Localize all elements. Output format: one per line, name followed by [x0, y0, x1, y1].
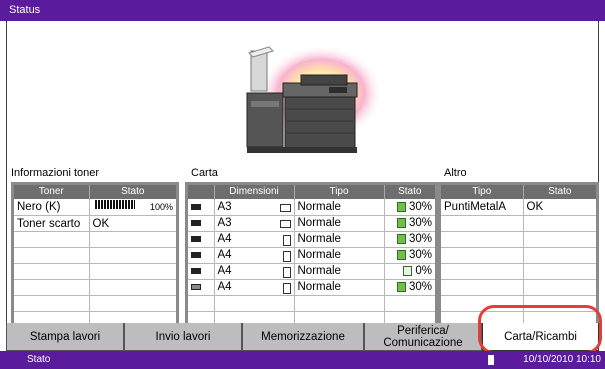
- memory-icon: [488, 355, 494, 365]
- toner-name: Toner scarto: [14, 215, 90, 232]
- table-row: [188, 295, 435, 312]
- table-row: Toner scarto OK: [14, 215, 176, 232]
- paper-size: A3: [217, 217, 232, 229]
- status-button[interactable]: Stato: [27, 351, 50, 369]
- table-row: A4 Normale 30%: [188, 247, 435, 264]
- toner-status: OK: [89, 215, 176, 232]
- paper-header-status: Stato: [384, 185, 435, 199]
- portrait-sheet-icon: [282, 250, 291, 262]
- toner-level-pct: 100%: [149, 202, 173, 212]
- paper-header-type: Tipo: [294, 185, 385, 199]
- paper-level: 30%: [408, 200, 432, 213]
- paper-size: A4: [217, 264, 232, 277]
- paper-type: Normale: [294, 279, 385, 296]
- paper-type: Normale: [294, 215, 385, 232]
- paper-level: 30%: [408, 217, 432, 229]
- table-row: [441, 279, 596, 296]
- tray-icon: [191, 219, 201, 226]
- paper-level: 30%: [408, 281, 432, 293]
- tab-memorizzazione[interactable]: Memorizzazione: [242, 323, 364, 351]
- highlight-ring: [478, 305, 602, 354]
- other-section-label: Altro: [444, 167, 467, 179]
- window-title: Status: [0, 0, 605, 21]
- toner-header-status: Stato: [89, 185, 176, 199]
- tab-invio-lavori[interactable]: Invio lavori: [124, 323, 242, 351]
- portrait-sheet-icon: [282, 266, 291, 278]
- portrait-sheet-icon: [282, 282, 291, 294]
- tab-periferica-comunicazione[interactable]: Periferica/ Comunicazione: [364, 323, 482, 351]
- table-row: A3 Normale 30%: [188, 199, 435, 216]
- paper-level-icon: [396, 217, 406, 228]
- paper-type: Normale: [294, 231, 385, 248]
- status-datetime: 10/10/2010 10:10: [523, 354, 601, 365]
- table-row: [14, 263, 176, 280]
- paper-section-label: Carta: [191, 167, 218, 179]
- toner-header-name: Toner: [14, 185, 90, 199]
- landscape-sheet-icon: [279, 203, 291, 212]
- status-content: Informazioni toner Carta Altro Toner Sta…: [6, 21, 599, 334]
- other-header-status: Stato: [523, 185, 596, 199]
- tab-stampa-lavori[interactable]: Stampa lavori: [6, 323, 124, 351]
- table-row: [441, 215, 596, 232]
- toner-section-label: Informazioni toner: [11, 167, 100, 179]
- toner-level: 100%: [89, 199, 176, 216]
- printer-illustration: [246, 45, 383, 153]
- table-row: [441, 231, 596, 248]
- table-row: [14, 231, 176, 248]
- paper-type: Normale: [294, 263, 385, 280]
- table-row: [441, 247, 596, 264]
- table-row: [441, 263, 596, 280]
- paper-level-icon: [396, 233, 406, 244]
- tray-icon: [191, 283, 201, 290]
- paper-type: Normale: [294, 199, 385, 216]
- paper-panel: Dimensioni Tipo Stato A3 Normale 30% A3 …: [185, 182, 438, 334]
- table-row: A4 Normale 30%: [188, 279, 435, 296]
- tray-icon: [191, 235, 201, 242]
- table-row: Nero (K) 100%: [14, 199, 176, 216]
- other-type: PuntiMetalA: [441, 199, 524, 216]
- paper-level: 30%: [408, 233, 432, 245]
- portrait-sheet-icon: [282, 234, 291, 246]
- table-row: [14, 295, 176, 312]
- paper-size: A4: [217, 248, 232, 261]
- tray-icon: [191, 203, 201, 210]
- paper-level-icon: [396, 201, 406, 212]
- other-header-type: Tipo: [441, 185, 524, 199]
- paper-table: Dimensioni Tipo Stato A3 Normale 30% A3 …: [188, 185, 435, 328]
- table-row: [14, 247, 176, 264]
- status-bar: Stato 10/10/2010 10:10: [0, 351, 605, 369]
- table-row: A4 Normale 30%: [188, 231, 435, 248]
- paper-level: 30%: [408, 249, 432, 261]
- paper-level-icon: [396, 281, 406, 292]
- paper-size: A4: [217, 280, 232, 293]
- paper-level-icon: [403, 265, 413, 276]
- table-row: A4 Normale 0%: [188, 263, 435, 280]
- toner-name: Nero (K): [14, 199, 90, 216]
- toner-level-bar: [94, 200, 135, 210]
- toner-table: Toner Stato Nero (K) 100% Toner scarto O…: [14, 185, 176, 328]
- table-row: PuntiMetalA OK: [441, 199, 596, 216]
- tray-icon: [191, 267, 201, 274]
- other-status: OK: [523, 199, 596, 216]
- landscape-sheet-icon: [279, 220, 291, 228]
- paper-type: Normale: [294, 247, 385, 264]
- paper-size: A3: [217, 200, 232, 213]
- table-row: A3 Normale 30%: [188, 215, 435, 232]
- toner-panel: Toner Stato Nero (K) 100% Toner scarto O…: [11, 182, 179, 334]
- paper-header-size: Dimensioni: [214, 185, 295, 199]
- tray-icon: [191, 251, 201, 258]
- paper-size: A4: [217, 232, 232, 245]
- paper-level: 0%: [415, 265, 432, 277]
- table-row: [14, 279, 176, 296]
- paper-level-icon: [396, 249, 406, 260]
